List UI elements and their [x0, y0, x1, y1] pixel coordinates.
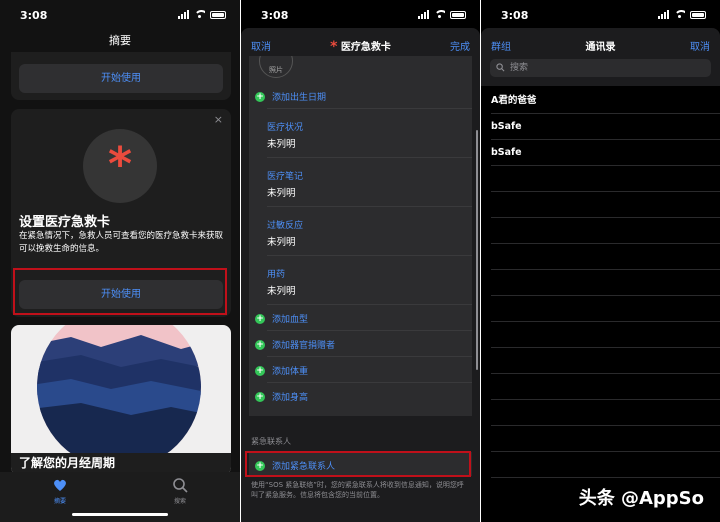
cancel-button[interactable]: 取消	[690, 38, 710, 53]
home-indicator	[72, 513, 168, 516]
field-condition[interactable]: 医疗状况 未列明	[267, 120, 303, 150]
wifi-icon	[674, 10, 685, 19]
contacts-header: 群组 通讯录 取消 搜索	[481, 28, 720, 86]
plus-icon: +	[255, 91, 265, 102]
status-time: 3:08	[501, 9, 529, 22]
search-icon	[496, 63, 505, 72]
nav-bar: 群组 通讯录 取消	[481, 34, 720, 54]
nav-title: 通讯录	[585, 42, 616, 53]
signal-icon	[418, 10, 429, 19]
status-bar: 3:08	[241, 0, 480, 30]
emergency-section-header: 紧急联系人	[251, 437, 291, 446]
search-field[interactable]: 搜索	[490, 59, 711, 77]
wifi-icon	[194, 10, 205, 19]
tab-search[interactable]: 搜索	[150, 476, 210, 505]
search-placeholder: 搜索	[510, 63, 529, 73]
wifi-icon	[434, 10, 445, 19]
medical-id-icon: *	[83, 129, 157, 203]
add-height-row[interactable]: + 添加身高	[255, 390, 308, 403]
status-bar: 3:08	[0, 0, 240, 30]
contact-row[interactable]: A君的爸爸	[491, 88, 720, 114]
status-bar: 3:08	[481, 0, 720, 30]
tab-bar: 摘要 搜索	[0, 472, 240, 522]
status-icons	[418, 10, 466, 19]
card-description: 在紧急情况下，急救人员可查看您的医疗急救卡来获取可以挽救生命的信息。	[19, 231, 224, 254]
heart-icon	[54, 479, 66, 491]
signal-icon	[658, 10, 669, 19]
nav-bar: 取消 * 医疗急救卡 完成	[241, 34, 480, 55]
asterisk-icon: *	[330, 39, 338, 55]
plus-icon: +	[255, 365, 265, 376]
plus-icon: +	[255, 339, 265, 350]
contacts-screen: 3:08 群组 通讯录 取消 搜索 A君的爸爸 bSafe bSafe 头条 @…	[481, 0, 720, 522]
field-allergies[interactable]: 过敏反应 未列明	[267, 218, 303, 248]
battery-icon	[210, 10, 226, 19]
status-icons	[658, 10, 706, 19]
photo-button[interactable]: 照片	[259, 56, 293, 78]
contact-row[interactable]: bSafe	[491, 140, 720, 166]
signal-icon	[178, 10, 189, 19]
highlight-box	[245, 451, 471, 477]
status-time: 3:08	[20, 9, 48, 22]
emergency-footer-note: 使用“SOS 紧急联络”时，您的紧急联系人将收到信息通知，说明您呼叫了紧急服务。…	[251, 481, 464, 499]
tab-summary[interactable]: 摘要	[30, 476, 90, 505]
medical-id-screen: 3:08 取消 * 医疗急救卡 完成 照片 + 添加出生日期 医疗状况 未列明 医疗…	[241, 0, 480, 522]
page-title: 摘要	[109, 34, 131, 47]
highlight-box	[13, 268, 227, 315]
battery-icon	[690, 10, 706, 19]
battery-icon	[450, 10, 466, 19]
close-icon[interactable]: ×	[214, 113, 223, 126]
medical-id-sheet: 取消 * 医疗急救卡 完成 照片 + 添加出生日期 医疗状况 未列明 医疗笔记 未列明…	[241, 28, 480, 522]
summary-screen: 3:08 摘要 开始使用 × * 设置医疗急救卡 在紧急情况下，急救人员可查看您…	[0, 0, 240, 522]
add-weight-row[interactable]: + 添加体重	[255, 364, 308, 377]
status-icons	[178, 10, 226, 19]
status-time: 3:08	[261, 9, 289, 22]
scrollbar[interactable]	[476, 130, 478, 370]
cycle-card[interactable]: 了解您的月经周期	[11, 325, 231, 475]
nav-title: * 医疗急救卡	[330, 39, 391, 55]
contact-row[interactable]: bSafe	[491, 114, 720, 140]
watermark: 头条 @AppSo	[578, 488, 704, 509]
field-notes[interactable]: 医疗笔记 未列明	[267, 169, 303, 199]
start-button-top[interactable]: 开始使用	[19, 64, 223, 93]
search-icon	[173, 478, 188, 493]
plus-icon: +	[255, 313, 265, 324]
plus-icon: +	[255, 391, 265, 402]
add-blood-type-row[interactable]: + 添加血型	[255, 312, 308, 325]
add-organ-donor-row[interactable]: + 添加器官捐赠者	[255, 338, 335, 351]
field-medications[interactable]: 用药 未列明	[267, 267, 296, 297]
cycle-title: 了解您的月经周期	[19, 456, 116, 470]
health-info-group: 照片 + 添加出生日期 医疗状况 未列明 医疗笔记 未列明 过敏反应 未列明 用药 未列明…	[249, 56, 472, 416]
add-birthday-row[interactable]: + 添加出生日期	[255, 90, 326, 103]
card-title: 设置医疗急救卡	[19, 215, 111, 230]
prev-card: 开始使用	[11, 52, 231, 100]
done-button[interactable]: 完成	[450, 38, 470, 53]
